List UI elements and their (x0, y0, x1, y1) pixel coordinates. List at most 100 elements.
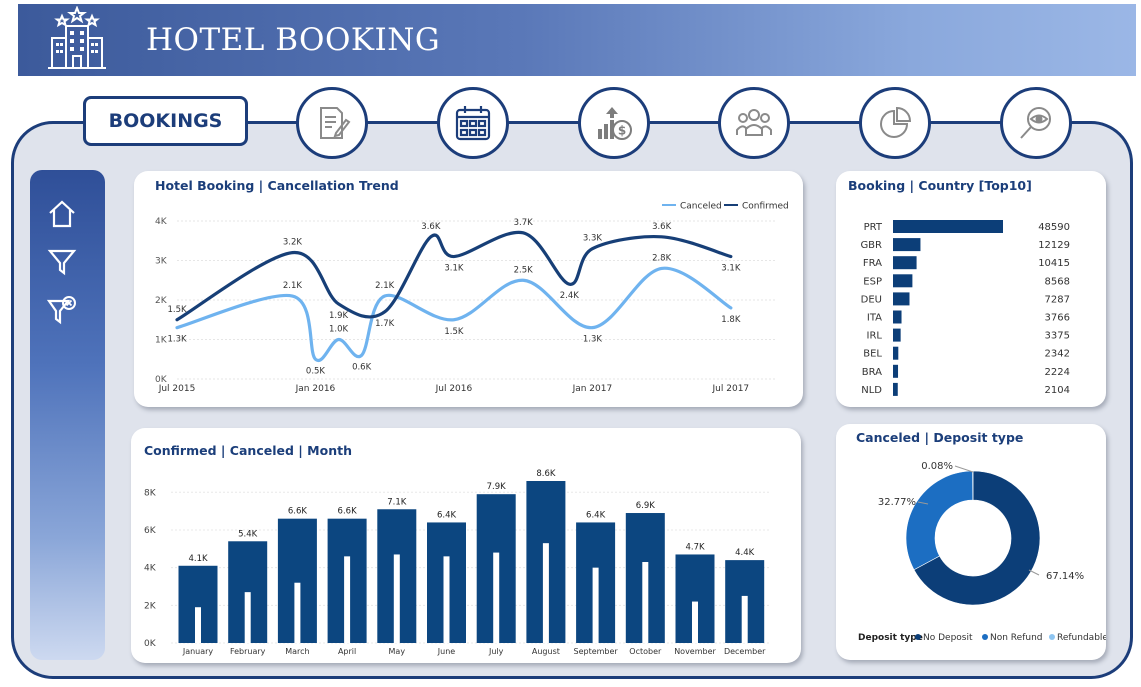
x-tick-label: April (338, 647, 356, 656)
legend-label: Non Refund (990, 633, 1042, 643)
country-value: 12129 (1038, 240, 1070, 251)
x-tick-label: Jul 2015 (158, 384, 196, 394)
country-value: 7287 (1045, 294, 1070, 305)
series-line-canceled (175, 266, 733, 363)
data-label: 1.3K (583, 335, 603, 345)
y-tick-label: 2K (155, 296, 168, 306)
country-value: 2342 (1045, 349, 1070, 360)
data-label: 6.4K (586, 510, 606, 520)
country-card: Booking | Country [Top10] PRT 48590 GBR 121… (836, 171, 1106, 407)
data-label: 1.3K (167, 335, 187, 345)
x-tick-label: September (573, 647, 618, 656)
data-label: 6.6K (338, 507, 358, 517)
tab-calendar[interactable] (437, 87, 509, 159)
country-value: 2224 (1045, 367, 1070, 378)
x-tick-label: May (389, 647, 406, 656)
country-label: ESP (863, 276, 882, 287)
y-tick-label: 6K (144, 526, 157, 536)
data-label: 4.7K (685, 542, 705, 552)
country-bar (893, 382, 898, 396)
legend-label: No Deposit (923, 633, 973, 643)
country-label: NLD (861, 385, 882, 396)
country-bar (893, 364, 899, 378)
sidebar (30, 170, 105, 660)
x-tick-label: March (285, 647, 309, 656)
home-icon[interactable] (46, 198, 78, 230)
legend-swatch (915, 634, 921, 640)
data-label: 8.6K (536, 469, 556, 479)
pie-chart-icon (880, 106, 912, 138)
bar-canceled (344, 556, 351, 643)
x-tick-label: Jan 2017 (572, 384, 613, 394)
data-label: 7.1K (387, 497, 407, 507)
data-label: 3.6K (652, 222, 672, 232)
data-label: 0.6K (352, 362, 372, 372)
tab-revenue[interactable]: $ (578, 87, 650, 159)
search-eye-icon (1020, 107, 1051, 139)
country-value: 3766 (1045, 313, 1070, 324)
deposit-chart: 67.14% 32.77% 0.08% Deposit type No Deposit N… (858, 461, 1106, 643)
monthly-chart: 0K 2K 4K 6K 8K 4.1K January 5.4K February 6.6K Mar… (144, 469, 771, 656)
x-tick-label: December (724, 647, 766, 656)
data-label: 1.9K (329, 311, 349, 321)
y-tick-label: 8K (144, 488, 157, 498)
trend-chart: 0K1K2K3K4KJul 2015 Jan 2016 Jul 2016 Jan 20… (155, 202, 789, 395)
legend-swatch (982, 634, 988, 640)
legend-label: Confirmed (742, 202, 789, 212)
data-label: 2.1K (283, 281, 303, 291)
bar-canceled (294, 582, 301, 643)
clear-filter-icon[interactable] (46, 294, 78, 326)
country-bar (893, 292, 910, 306)
data-label: 3.1K (444, 264, 464, 274)
tab-insights[interactable] (1000, 87, 1072, 159)
bar-canceled (493, 552, 500, 643)
donut-slice (905, 470, 974, 571)
country-bar (893, 346, 899, 360)
leader-line (954, 465, 974, 473)
legend-swatch (1049, 634, 1055, 640)
country-bar (893, 238, 921, 252)
data-label: 3.7K (514, 218, 534, 228)
x-tick-label: January (182, 647, 214, 656)
slice-label: 67.14% (1046, 571, 1084, 582)
revenue-growth-icon: $ (598, 107, 632, 140)
country-label: ITA (867, 313, 882, 324)
page-title: HOTEL BOOKING (146, 22, 441, 58)
data-label: 5.4K (238, 529, 258, 539)
data-label: 3.6K (421, 222, 441, 232)
data-label: 6.6K (288, 507, 308, 517)
slice-label: 0.08% (921, 461, 953, 472)
y-tick-label: 2K (144, 601, 157, 611)
data-label: 7.9K (487, 482, 507, 492)
country-value: 2104 (1045, 385, 1070, 396)
country-label: DEU (861, 294, 882, 305)
data-label: 2.5K (514, 265, 534, 275)
country-bar (893, 328, 901, 342)
monthly-card: Confirmed | Canceled | Month 0K 2K 4K 6K 8K 4… (131, 428, 801, 663)
x-tick-label: August (532, 647, 560, 656)
data-label: 6.9K (636, 501, 656, 511)
x-tick-label: Jul 2016 (435, 384, 473, 394)
legend-label: Refundable (1057, 633, 1106, 643)
country-bar (893, 256, 917, 270)
tab-analysis[interactable] (859, 87, 931, 159)
country-value: 10415 (1038, 258, 1070, 269)
trend-card: Hotel Booking | Cancellation Trend 0K 1K 2… (134, 171, 803, 407)
x-tick-label: July (488, 647, 504, 656)
bar-canceled (542, 543, 549, 643)
data-label: 4.1K (188, 554, 208, 564)
tab-customers[interactable] (718, 87, 790, 159)
x-tick-label: October (629, 647, 662, 656)
tab-details[interactable] (296, 87, 368, 159)
calendar-icon (455, 106, 491, 141)
filter-icon[interactable] (46, 246, 78, 278)
tab-bookings[interactable]: BOOKINGS (83, 96, 248, 146)
country-value: 8568 (1045, 276, 1070, 287)
data-label: 1.5K (444, 327, 464, 337)
header-banner: HOTEL BOOKING (18, 4, 1136, 76)
country-label: FRA (863, 258, 882, 269)
data-label: 2.4K (560, 291, 580, 301)
data-label: 1.5K (167, 305, 187, 315)
x-tick-label: June (437, 647, 456, 656)
data-label: 3.1K (721, 264, 741, 274)
